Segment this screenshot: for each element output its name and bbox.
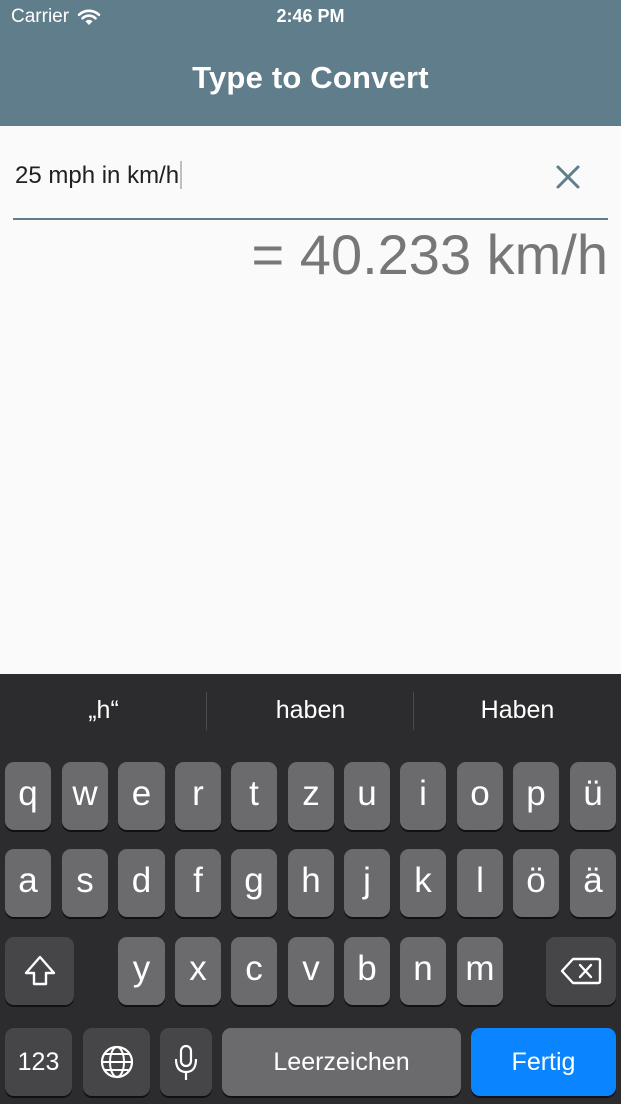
key-u[interactable]: u [344,762,390,830]
key-z[interactable]: z [288,762,334,830]
text-caret [180,161,183,189]
conversion-result: = 40.233 km/h [251,223,608,286]
key-n[interactable]: n [400,937,446,1005]
status-bar: Carrier 2:46 PM [0,0,621,34]
key-l[interactable]: l [457,849,503,917]
space-key[interactable]: Leerzeichen [222,1028,461,1096]
key-a[interactable]: a [5,849,51,917]
key-t[interactable]: t [231,762,277,830]
key-w[interactable]: w [62,762,108,830]
key-m[interactable]: m [457,937,503,1005]
conversion-input[interactable]: 25 mph in km/h [15,161,183,190]
globe-icon [100,1045,133,1079]
key-r[interactable]: r [175,762,221,830]
key-h[interactable]: h [288,849,334,917]
key-c[interactable]: c [231,937,277,1005]
app-bar: Carrier 2:46 PM Type to Convert [0,0,621,126]
suggestion-3[interactable]: Haben [414,696,621,725]
backspace-key[interactable] [546,937,616,1005]
key-q[interactable]: q [5,762,51,830]
suggestion-1[interactable]: „h“ [0,696,207,725]
microphone-icon [174,1044,198,1080]
status-time: 2:46 PM [276,6,345,26]
key-p[interactable]: p [513,762,559,830]
key-g[interactable]: g [231,849,277,917]
onscreen-keyboard: „h“ haben Haben q w e r t z u i o p ü a … [0,674,621,1104]
key-k[interactable]: k [400,849,446,917]
key-oe[interactable]: ö [513,849,559,917]
conversion-input-field[interactable]: 25 mph in km/h [13,150,608,220]
key-i[interactable]: i [400,762,446,830]
suggestion-2[interactable]: haben [207,696,414,725]
done-key[interactable]: Fertig [471,1028,616,1096]
clear-icon[interactable] [553,162,583,192]
key-ue[interactable]: ü [570,762,616,830]
key-d[interactable]: d [118,849,165,917]
shift-icon [24,955,55,986]
key-f[interactable]: f [175,849,221,917]
dictation-key[interactable] [160,1028,212,1096]
numbers-key[interactable]: 123 [5,1028,72,1096]
key-o[interactable]: o [457,762,503,830]
page-title: Type to Convert [192,60,429,95]
key-b[interactable]: b [344,937,390,1005]
globe-key[interactable] [83,1028,150,1096]
key-s[interactable]: s [62,849,108,917]
key-j[interactable]: j [344,849,390,917]
key-y[interactable]: y [118,937,165,1005]
key-v[interactable]: v [288,937,334,1005]
suggestion-bar: „h“ haben Haben [0,674,621,754]
key-e[interactable]: e [118,762,165,830]
shift-key[interactable] [5,937,74,1005]
input-value: 25 mph in km/h [15,162,180,189]
backspace-icon [560,957,602,985]
key-ae[interactable]: ä [570,849,616,917]
key-x[interactable]: x [175,937,221,1005]
